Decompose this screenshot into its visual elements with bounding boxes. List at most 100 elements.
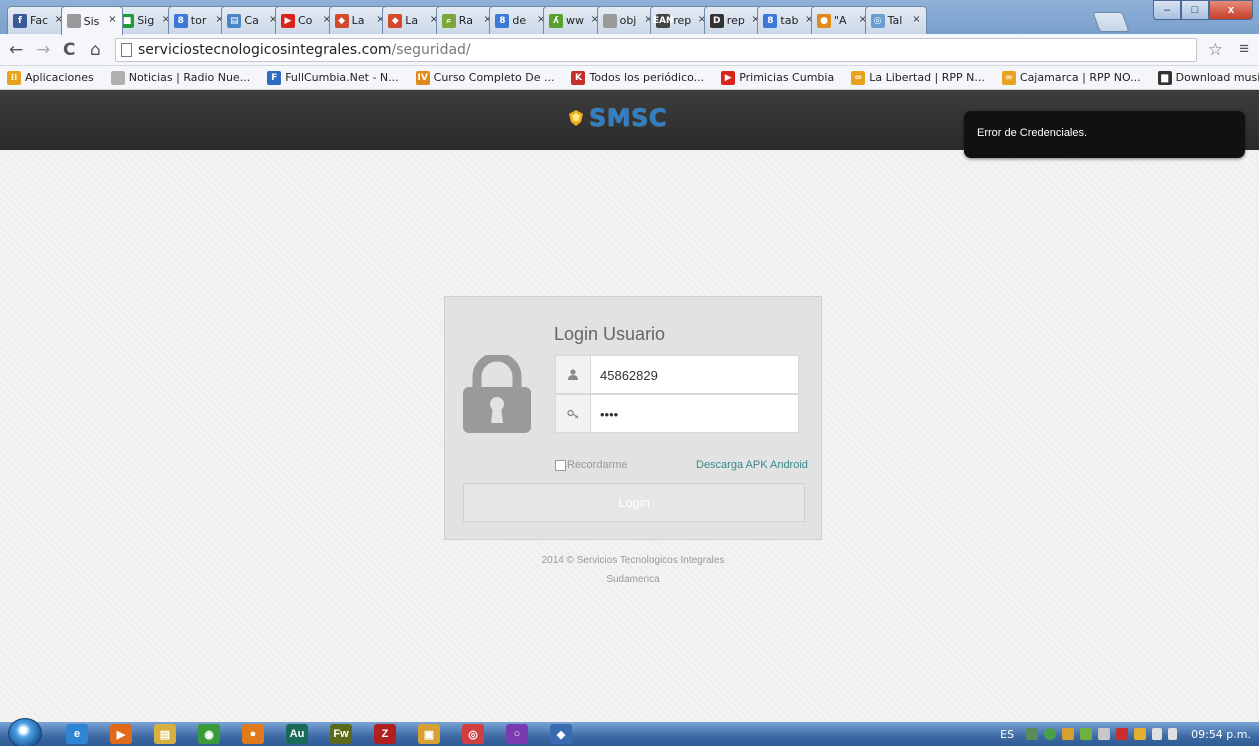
- tab-label: Sig: [137, 14, 155, 27]
- logo-icon: [569, 110, 583, 126]
- home-button[interactable]: ⌂: [90, 40, 101, 60]
- tab-favicon-icon: ⌕: [441, 13, 456, 28]
- bookmark-favicon-icon: ▶: [721, 70, 736, 85]
- windows-taskbar: ES 09:54 p.m. e ▶ ▤ ◉ ● Au Fw Z ▣ ◎ ○ ◆: [0, 718, 1259, 746]
- bookmark-item[interactable]: F FullCumbia.Net - N...: [267, 70, 399, 85]
- system-tray: ES 09:54 p.m.: [1000, 722, 1259, 746]
- logo-text: SMSC: [589, 104, 668, 132]
- login-button[interactable]: Login: [463, 483, 805, 522]
- tab-close-icon[interactable]: ×: [108, 14, 116, 25]
- device-tray-icon[interactable]: [1098, 728, 1111, 740]
- bookmark-favicon-icon: F: [267, 70, 282, 85]
- tab-favicon-icon: [66, 14, 81, 28]
- menu-icon[interactable]: ≡: [1239, 39, 1249, 59]
- tab-favicon-icon: [602, 13, 617, 28]
- maximize-button[interactable]: □: [1181, 0, 1209, 20]
- bookmarks-bar: ⁝⁝ Aplicaciones Noticias | Radio Nue... F Fu…: [0, 66, 1259, 90]
- site-logo[interactable]: SMSC: [566, 104, 667, 132]
- new-tab-button[interactable]: [1092, 12, 1130, 32]
- bookmark-favicon-icon: K: [571, 70, 586, 85]
- tab-favicon-icon: ◆: [388, 13, 403, 28]
- bookmark-label: La Libertad | RPP N...: [869, 71, 985, 84]
- language-indicator[interactable]: ES: [1000, 728, 1014, 741]
- explorer-icon[interactable]: ▤: [154, 724, 176, 744]
- browser-tab[interactable]: ◎ Tal ×: [864, 6, 927, 34]
- close-window-button[interactable]: x: [1209, 0, 1253, 20]
- bookmark-item[interactable]: K Todos los periódico...: [571, 70, 705, 85]
- bookmark-favicon-icon: [110, 70, 125, 85]
- remember-me[interactable]: Recordarme: [555, 459, 628, 471]
- address-bar[interactable]: serviciostecnologicosintegrales.com/segu…: [115, 38, 1197, 62]
- key-icon: [556, 395, 591, 432]
- tab-label: "A: [834, 14, 847, 27]
- bookmark-item[interactable]: IV Curso Completo De ...: [415, 70, 554, 85]
- bookmark-label: Primicias Cumbia: [739, 71, 835, 84]
- clock[interactable]: 09:54 p.m.: [1191, 728, 1251, 741]
- fireworks-icon[interactable]: Fw: [330, 724, 352, 744]
- forward-button[interactable]: →: [36, 40, 50, 60]
- tab-close-icon[interactable]: ×: [912, 14, 920, 25]
- tab-label: Fac: [30, 14, 49, 27]
- firefox-icon[interactable]: ●: [242, 724, 264, 744]
- tab-label: tor: [190, 14, 207, 27]
- bookmark-favicon-icon: ▆: [1157, 70, 1172, 85]
- circle-app-icon[interactable]: ○: [506, 724, 528, 744]
- footer-region: Sudamerica: [606, 574, 660, 585]
- tab-label: de: [512, 14, 527, 27]
- signal-icon[interactable]: [1152, 728, 1163, 740]
- tab-label: ww: [566, 14, 584, 27]
- bookmark-favicon-icon: ∞: [1001, 70, 1016, 85]
- media-icon[interactable]: ▶: [110, 724, 132, 744]
- login-title: Login Usuario: [554, 324, 666, 344]
- app-tray-icon[interactable]: [1134, 728, 1147, 740]
- tab-favicon-icon: ▶: [281, 13, 295, 28]
- app-icon[interactable]: ◎: [462, 724, 484, 744]
- remember-label: Recordarme: [567, 459, 628, 471]
- update-tray-icon[interactable]: [1080, 728, 1093, 740]
- chrome-icon[interactable]: ◉: [198, 724, 220, 744]
- folder-icon[interactable]: ▣: [418, 724, 440, 744]
- bookmark-item[interactable]: ∞ La Libertad | RPP N...: [851, 70, 985, 85]
- bookmark-item[interactable]: ∞ Cajamarca | RPP NO...: [1001, 70, 1141, 85]
- bookmark-label: Noticias | Radio Nue...: [128, 71, 251, 84]
- filezilla-icon[interactable]: Z: [374, 724, 396, 744]
- browser-tab[interactable]: Sis ×: [60, 6, 123, 35]
- url-path: /seguridad/: [391, 42, 471, 58]
- start-button[interactable]: [8, 718, 42, 746]
- sync-tray-icon[interactable]: [1044, 728, 1057, 740]
- network-tray-icon[interactable]: [1026, 728, 1039, 740]
- download-apk-link[interactable]: Descarga APK Android: [696, 459, 808, 471]
- tab-favicon-icon: 8: [495, 13, 510, 28]
- security-tray-icon[interactable]: [1062, 728, 1075, 740]
- audition-icon[interactable]: Au: [286, 724, 308, 744]
- back-button[interactable]: ←: [9, 40, 23, 60]
- tab-label: La: [405, 14, 419, 27]
- tab-favicon-icon: 8: [763, 13, 778, 28]
- remember-checkbox[interactable]: [555, 459, 566, 471]
- ie-icon[interactable]: e: [66, 724, 88, 744]
- username-input[interactable]: [600, 365, 780, 385]
- bookmark-item[interactable]: ▶ Primicias Cumbia: [721, 70, 835, 85]
- password-input[interactable]: [600, 404, 780, 424]
- tab-favicon-icon: ◎: [870, 13, 885, 28]
- bookmark-label: Download music, m...: [1175, 71, 1259, 84]
- bookmark-item[interactable]: ⁝⁝ Aplicaciones: [7, 70, 94, 85]
- bookmark-star-icon[interactable]: ☆: [1208, 40, 1223, 60]
- bookmark-item[interactable]: Noticias | Radio Nue...: [110, 70, 251, 85]
- flag-tray-icon[interactable]: [1116, 728, 1129, 740]
- volume-icon[interactable]: [1168, 728, 1178, 740]
- bookmark-label: FullCumbia.Net - N...: [285, 71, 399, 84]
- error-toast: Error de Credenciales.: [964, 111, 1245, 158]
- tab-label: Tal: [887, 14, 903, 27]
- minimize-button[interactable]: –: [1153, 0, 1181, 20]
- bookmark-item[interactable]: ▆Download music, m...: [1157, 70, 1259, 85]
- tab-label: tab: [780, 14, 799, 27]
- tab-label: obj: [619, 14, 637, 27]
- tab-label: rep: [673, 14, 692, 27]
- bookmark-label: Todos los periódico...: [589, 71, 705, 84]
- bookmark-label: Cajamarca | RPP NO...: [1019, 71, 1141, 84]
- tab-label: Ca: [244, 14, 259, 27]
- reload-button[interactable]: C: [63, 40, 75, 60]
- web-page: SMSC Error de Credenciales. Login Usuari…: [0, 90, 1259, 722]
- shield-app-icon[interactable]: ◆: [550, 724, 572, 744]
